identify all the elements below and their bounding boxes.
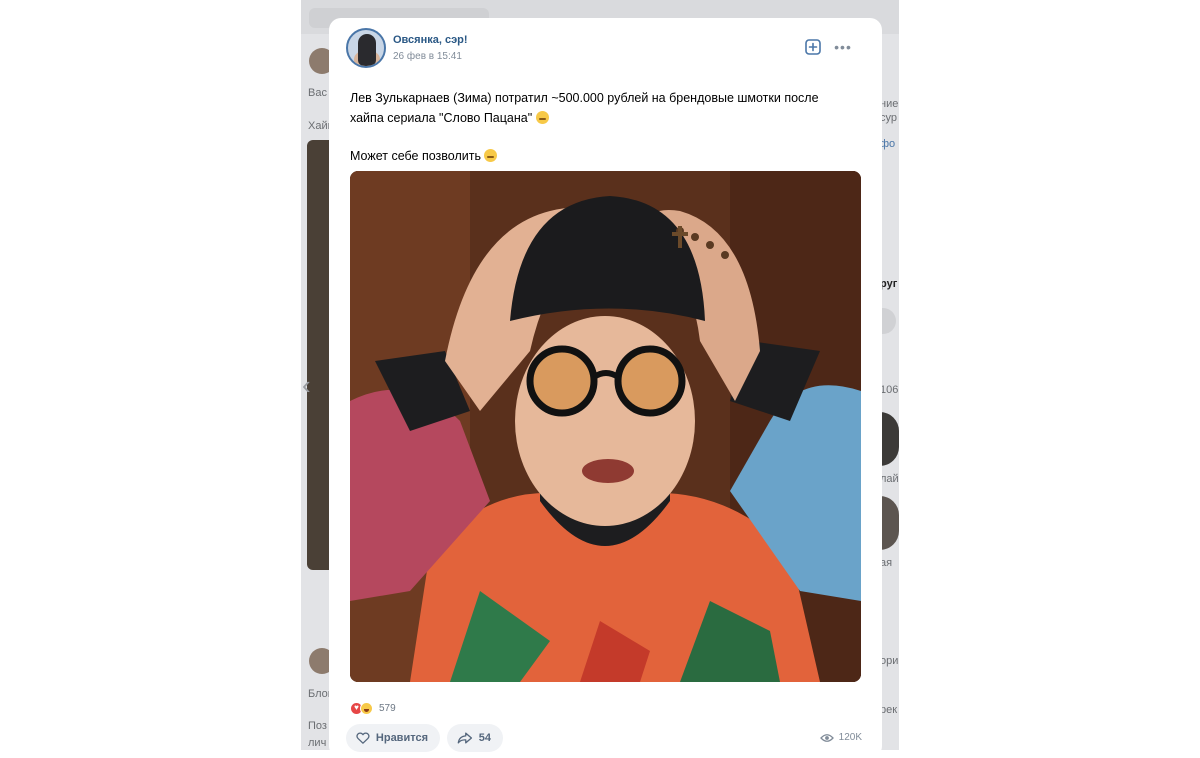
background-snippet: сур (880, 112, 897, 124)
like-button[interactable]: Нравится (346, 724, 440, 752)
background-snippet: Вас (308, 87, 327, 99)
background-snippet: ние (880, 98, 899, 110)
background-avatar (880, 412, 899, 466)
background-snippet: лич (308, 737, 327, 749)
background-avatar (880, 496, 899, 550)
post-text-paragraph: Лев Зулькарнаев (Зима) потратил ~500.000… (350, 88, 850, 128)
post-text-paragraph: Может себе позволить (350, 146, 850, 166)
background-snippet: рек (880, 704, 898, 716)
laugh-reaction-icon (360, 701, 373, 715)
eye-icon (819, 733, 834, 742)
avatar-image-detail (358, 34, 376, 66)
chevron-left-icon[interactable]: ‹ (302, 372, 311, 398)
emoji-icon (535, 111, 549, 124)
background-image (307, 140, 329, 570)
background-snippet: Поз (308, 720, 327, 732)
share-count: 54 (478, 732, 491, 744)
post-card: Овсянка, сэр! 26 фев в 15:41 ••• Лев Зул… (329, 18, 882, 758)
reactions-count: 579 (379, 702, 396, 714)
post-text: Лев Зулькарнаев (Зима) потратил ~500.000… (350, 88, 850, 166)
like-label: Нравится (375, 732, 428, 744)
background-button (880, 308, 896, 334)
background-snippet: лай (880, 473, 899, 485)
subscribe-button[interactable] (804, 38, 822, 56)
post-header: Овсянка, сэр! 26 фев в 15:41 ••• (346, 28, 866, 68)
post-text-line: Может себе позволить (350, 149, 481, 163)
heart-icon (356, 732, 370, 744)
background-snippet: 106 (880, 384, 899, 396)
share-button[interactable]: 54 (447, 724, 503, 752)
reactions-summary[interactable]: ♥ 579 (350, 701, 396, 715)
more-dots-icon: ••• (834, 39, 852, 55)
author-name[interactable]: Овсянка, сэр! (393, 34, 468, 46)
post-photo[interactable] (350, 171, 861, 682)
background-snippet: ори (880, 655, 899, 667)
more-button[interactable]: ••• (834, 38, 852, 56)
views-count: 120K (838, 732, 862, 743)
emoji-icon (484, 149, 498, 162)
post-actions: Нравится 54 120K (346, 724, 866, 752)
plus-square-icon (805, 39, 821, 55)
background-snippet: фо (880, 138, 896, 150)
views-counter: 120K (819, 732, 862, 743)
post-text-line: Лев Зулькарнаев (Зима) потратил ~500.000… (350, 91, 823, 125)
author-avatar[interactable] (346, 28, 386, 68)
share-arrow-icon (457, 732, 473, 744)
post-photo-illustration (350, 171, 861, 682)
post-date[interactable]: 26 фев в 15:41 (393, 51, 462, 62)
background-snippet: руг (880, 278, 898, 290)
